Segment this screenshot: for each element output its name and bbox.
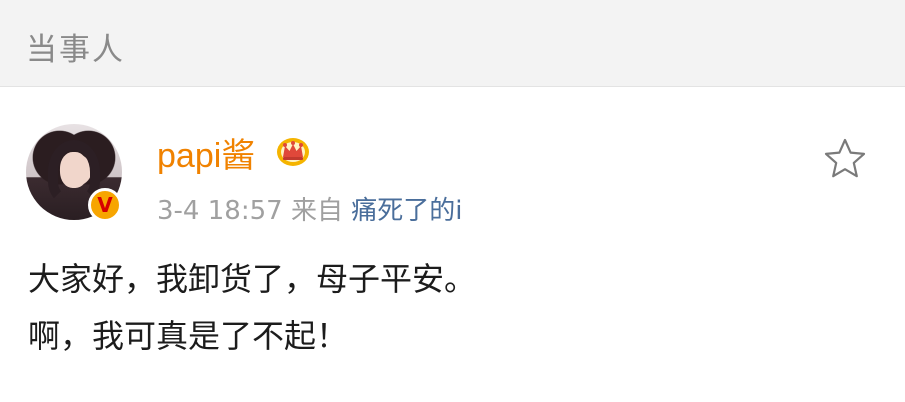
post-content: 大家好，我卸货了，母子平安。 啊，我可真是了不起！ [28,251,476,365]
weibo-post-screen: 当事人 V papi酱 3-4 18:57 来自 痛死了的i 大家好，我卸货了，… [0,0,905,402]
post-time: 3-4 18:57 [157,196,283,226]
section-title: 当事人 [26,32,125,68]
post-text-line: 大家好，我卸货了，母子平安。 [28,260,477,298]
verified-badge-icon: V [88,188,122,222]
post-from-label: 来自 [290,196,343,226]
redaction-blur [497,197,677,235]
post-text-line: 啊，我可真是了不起！ [28,317,349,355]
avatar-face [60,152,88,188]
verified-badge-label: V [97,193,113,217]
post-meta: 3-4 18:57 来自 痛死了的i [157,190,462,227]
post-card: V papi酱 3-4 18:57 来自 痛死了的i 大家好，我卸货了，母子平安… [0,87,905,402]
section-header: 当事人 [0,0,905,87]
username[interactable]: papi酱 [157,128,255,177]
crown-icon [277,138,309,166]
post-source-link[interactable]: 痛死了的i [351,196,462,226]
star-outline-icon[interactable] [823,137,867,181]
